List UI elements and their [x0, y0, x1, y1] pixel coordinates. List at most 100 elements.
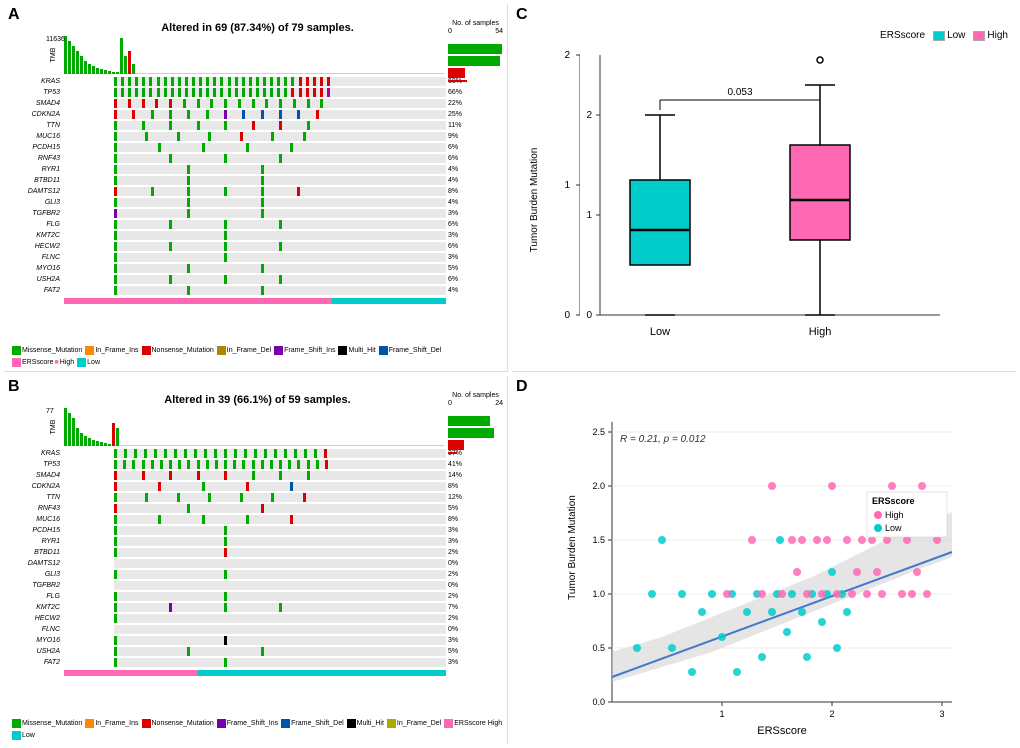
- boxplot-svg: 0 1 2: [520, 45, 950, 355]
- gene-row: CDKN2A: [64, 109, 446, 119]
- panel-a: A Altered in 69 (87.34%) of 79 samples. …: [4, 4, 508, 372]
- svg-text:2: 2: [829, 709, 834, 719]
- panel-b-label: B: [8, 378, 20, 396]
- legend-a: Missense_Mutation In_Frame_Ins Nonsense_…: [12, 346, 503, 367]
- sample-bars-a: [448, 44, 502, 82]
- gene-row: FLG: [64, 591, 446, 601]
- y-axis-label-c: Tumor Burden Mutation: [529, 148, 540, 253]
- gene-row: FLNC: [64, 624, 446, 634]
- svg-text:1.0: 1.0: [592, 589, 605, 599]
- panel-d: D Tumor Burden Mutation 0.0 0.5 1.0 1.5 …: [512, 376, 1016, 744]
- svg-text:1.5: 1.5: [592, 535, 605, 545]
- erscore-bar-a: [64, 298, 446, 304]
- gene-row: MUC16: [64, 514, 446, 524]
- svg-text:High: High: [809, 326, 832, 338]
- no-samples-a: No. of samples: [452, 20, 499, 27]
- gene-row: GLI3: [64, 197, 446, 207]
- gene-row: HECW2: [64, 241, 446, 251]
- gene-row: DAMTS12: [64, 558, 446, 568]
- gene-row: TGFBR2: [64, 208, 446, 218]
- svg-text:0: 0: [564, 310, 570, 321]
- svg-text:2: 2: [564, 50, 570, 61]
- y-axis-label-d: Tumor Burden Mutation: [567, 495, 578, 600]
- gene-row: CDKN2A: [64, 481, 446, 491]
- tmb-label-a: TMB: [50, 47, 57, 62]
- svg-text:1: 1: [564, 180, 570, 191]
- gene-row: KRAS: [64, 448, 446, 458]
- panel-c-label: C: [516, 6, 528, 24]
- pct-col-b: 37%41%14%8%12%5%8%3%3%2%0%2%0%2%7%2%0%3%…: [448, 448, 503, 667]
- panel-c: C ERSscore Low High Tumor Burden Mutatio…: [512, 4, 1016, 372]
- gene-row: HECW2: [64, 613, 446, 623]
- gene-row: RYR1: [64, 164, 446, 174]
- main-container: A Altered in 69 (87.34%) of 79 samples. …: [0, 0, 1020, 748]
- svg-text:3: 3: [939, 709, 944, 719]
- samples-label-b: 0: [448, 400, 452, 407]
- gene-row: MYO16: [64, 635, 446, 645]
- tmb-bars-a: [64, 36, 444, 74]
- tmb-max-b: 77: [46, 408, 54, 415]
- gene-row: DAMTS12: [64, 186, 446, 196]
- gene-row: SMAD4: [64, 470, 446, 480]
- pct-col-a: 68%66%22%25%11%9%6%6%4%4%8%4%3%6%3%6%3%5…: [448, 76, 503, 295]
- gene-rows-b: KRASTP53SMAD4CDKN2ATTNRNF43MUC16PCDH15RY…: [64, 448, 446, 667]
- panel-d-chart: Tumor Burden Mutation 0.0 0.5 1.0 1.5 2.…: [562, 412, 1006, 744]
- panel-a-label: A: [8, 6, 20, 24]
- gene-row: KRAS: [64, 76, 446, 86]
- gene-row: RNF43: [64, 153, 446, 163]
- svg-text:Low: Low: [650, 326, 670, 338]
- samples-label-a: 0: [448, 28, 452, 35]
- svg-text:High: High: [885, 510, 904, 520]
- gene-row: BTBD11: [64, 175, 446, 185]
- svg-text:ERSscore: ERSscore: [872, 496, 915, 506]
- gene-row: GLI3: [64, 569, 446, 579]
- panel-b: B Altered in 39 (66.1%) of 59 samples. T…: [4, 376, 508, 744]
- gene-row: TTN: [64, 492, 446, 502]
- gene-row: USH2A: [64, 274, 446, 284]
- samples-max-b: 24: [495, 400, 503, 407]
- gene-row: FLG: [64, 219, 446, 229]
- gene-row: RNF43: [64, 503, 446, 513]
- gene-row: TP53: [64, 87, 446, 97]
- panel-c-chart: Tumor Burden Mutation 0 1 2: [520, 45, 1008, 355]
- annotation-text: R = 0.21, p = 0.012: [620, 434, 706, 445]
- x-axis-label-d: ERSscore: [757, 725, 807, 737]
- panel-a-title: Altered in 69 (87.34%) of 79 samples.: [12, 22, 503, 34]
- gene-row: MYO16: [64, 263, 446, 273]
- gene-row: TGFBR2: [64, 580, 446, 590]
- gene-row: RYR1: [64, 536, 446, 546]
- gene-row: FAT2: [64, 657, 446, 667]
- svg-text:0: 0: [586, 310, 592, 321]
- gene-row: FAT2: [64, 285, 446, 295]
- svg-text:0.0: 0.0: [592, 697, 605, 707]
- sample-bars-b: [448, 416, 502, 454]
- erscore-bar-b: [64, 670, 446, 676]
- scatter-svg: 0.0 0.5 1.0 1.5 2.0 2.5 1 2 3: [562, 412, 982, 744]
- gene-row: FLNC: [64, 252, 446, 262]
- legend-b: Missense_Mutation In_Frame_Ins Nonsense_…: [12, 719, 503, 740]
- svg-text:1: 1: [586, 210, 592, 221]
- svg-text:0.053: 0.053: [727, 87, 752, 98]
- tmb-max-a: 11636: [46, 36, 65, 43]
- svg-text:2.5: 2.5: [592, 427, 605, 437]
- gene-row: PCDH15: [64, 142, 446, 152]
- gene-row: TTN: [64, 120, 446, 130]
- svg-text:2.0: 2.0: [592, 481, 605, 491]
- tmb-bars-b: [64, 408, 444, 446]
- svg-text:2: 2: [586, 110, 592, 121]
- svg-text:Low: Low: [885, 523, 902, 533]
- panel-d-label: D: [516, 378, 528, 396]
- gene-row: PCDH15: [64, 525, 446, 535]
- samples-max-a: 54: [495, 28, 503, 35]
- panel-c-legend: ERSscore Low High: [520, 30, 1008, 41]
- gene-row: BTBD11: [64, 547, 446, 557]
- svg-text:0.5: 0.5: [592, 643, 605, 653]
- gene-row: KMT2C: [64, 230, 446, 240]
- gene-row: SMAD4: [64, 98, 446, 108]
- gene-row: KMT2C: [64, 602, 446, 612]
- gene-row: USH2A: [64, 646, 446, 656]
- panel-b-title: Altered in 39 (66.1%) of 59 samples.: [12, 394, 503, 406]
- gene-rows-a: KRASTP53SMAD4CDKN2ATTNMUC16PCDH15RNF43RY…: [64, 76, 446, 295]
- gene-row: MUC16: [64, 131, 446, 141]
- no-samples-b: No. of samples: [452, 392, 499, 399]
